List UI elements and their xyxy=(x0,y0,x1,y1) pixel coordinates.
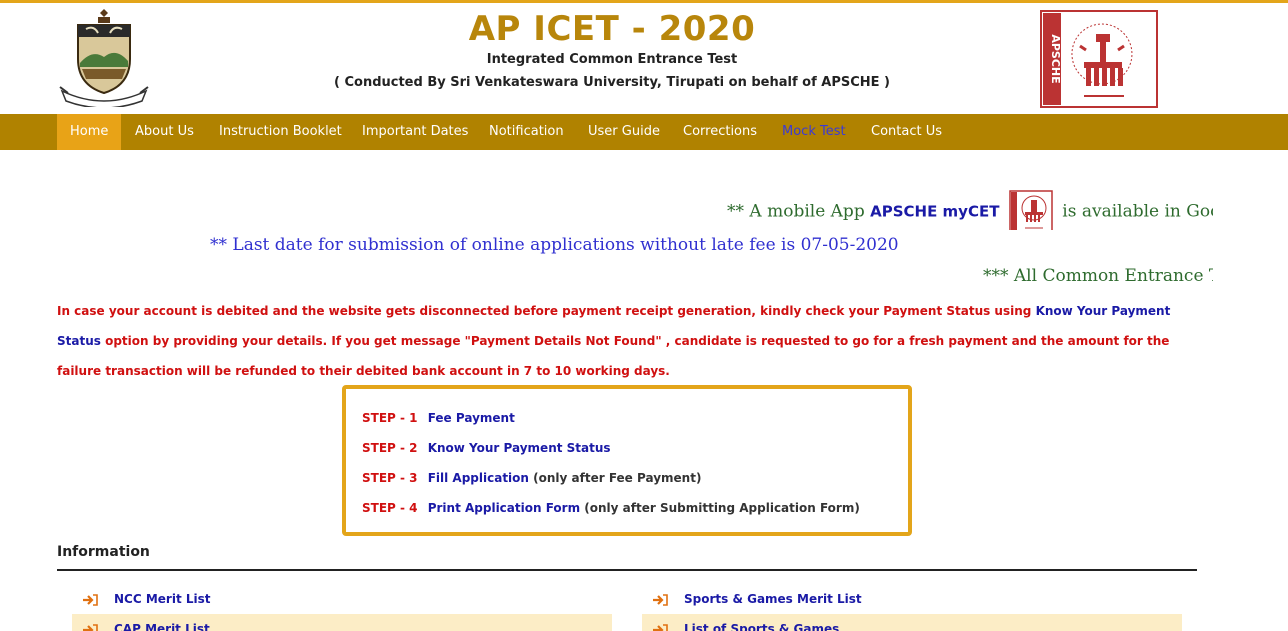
app-name-link[interactable]: APSCHE myCET xyxy=(870,203,999,221)
info-item-sports-games-list[interactable]: List of Sports & Games xyxy=(642,614,1182,631)
nav-notification[interactable]: Notification xyxy=(476,114,577,150)
sign-in-arrow-icon xyxy=(83,593,98,606)
notice-text-part2: option by providing your details. If you… xyxy=(57,334,1170,378)
apsche-logo-icon: APSCHE xyxy=(1040,10,1158,108)
sign-in-arrow-icon xyxy=(653,623,668,631)
application-steps-box: STEP - 1 Fee Payment STEP - 2 Know Your … xyxy=(342,385,912,536)
step-note: (only after Fee Payment) xyxy=(533,471,702,485)
step-label: STEP - 1 xyxy=(362,411,418,425)
sign-in-arrow-icon xyxy=(653,593,668,606)
nav-instruction-booklet[interactable]: Instruction Booklet xyxy=(206,114,355,150)
information-heading: Information xyxy=(57,544,150,560)
nav-home[interactable]: Home xyxy=(57,114,122,150)
mycet-app-icon[interactable] xyxy=(1009,190,1053,230)
print-application-link[interactable]: Print Application Form xyxy=(428,501,580,515)
nav-user-guide[interactable]: User Guide xyxy=(575,114,673,150)
step-row: STEP - 3 Fill Application (only after Fe… xyxy=(362,463,908,493)
notice-text-part1: In case your account is debited and the … xyxy=(57,304,1032,318)
info-item-label: Sports & Games Merit List xyxy=(684,592,862,606)
last-date-marquee: ** Last date for submission of online ap… xyxy=(210,235,899,255)
fee-payment-link[interactable]: Fee Payment xyxy=(428,411,515,425)
app-prefix-text: ** A mobile App xyxy=(727,201,865,222)
nav-corrections[interactable]: Corrections xyxy=(670,114,770,150)
info-item-label: CAP Merit List xyxy=(114,622,210,631)
nav-mock-test[interactable]: Mock Test xyxy=(769,114,859,150)
mobile-app-marquee: ** A mobile App APSCHE myCET is availabl… xyxy=(727,190,1213,230)
step-row: STEP - 1 Fee Payment xyxy=(362,403,908,433)
common-entrance-marquee: *** All Common Entrance T xyxy=(983,266,1213,286)
info-item-cap-merit-list[interactable]: CAP Merit List xyxy=(72,614,612,631)
info-item-label: List of Sports & Games xyxy=(684,622,840,631)
step-row: STEP - 4 Print Application Form (only af… xyxy=(362,493,908,523)
step-note: (only after Submitting Application Form) xyxy=(584,501,860,515)
step-label: STEP - 2 xyxy=(362,441,418,455)
step-row: STEP - 2 Know Your Payment Status xyxy=(362,433,908,463)
info-item-ncc-merit-list[interactable]: NCC Merit List xyxy=(72,584,612,614)
info-item-sports-merit-list[interactable]: Sports & Games Merit List xyxy=(642,584,1182,614)
page-header: AP ICET - 2020 Integrated Common Entranc… xyxy=(0,3,1288,114)
payment-status-link[interactable]: Know Your Payment Status xyxy=(428,441,611,455)
nav-contact-us[interactable]: Contact Us xyxy=(858,114,955,150)
nav-about-us[interactable]: About Us xyxy=(122,114,207,150)
info-item-label: NCC Merit List xyxy=(114,592,211,606)
apsche-logo-text: APSCHE xyxy=(1049,34,1062,83)
fill-application-link[interactable]: Fill Application xyxy=(428,471,529,485)
step-label: STEP - 4 xyxy=(362,501,418,515)
nav-important-dates[interactable]: Important Dates xyxy=(349,114,481,150)
app-suffix-text: is available in Goog xyxy=(1062,201,1213,222)
information-divider xyxy=(57,569,1197,571)
sign-in-arrow-icon xyxy=(83,623,98,631)
step-label: STEP - 3 xyxy=(362,471,418,485)
payment-notice: In case your account is debited and the … xyxy=(57,296,1207,386)
main-navbar: Home About Us Instruction Booklet Import… xyxy=(0,114,1288,150)
